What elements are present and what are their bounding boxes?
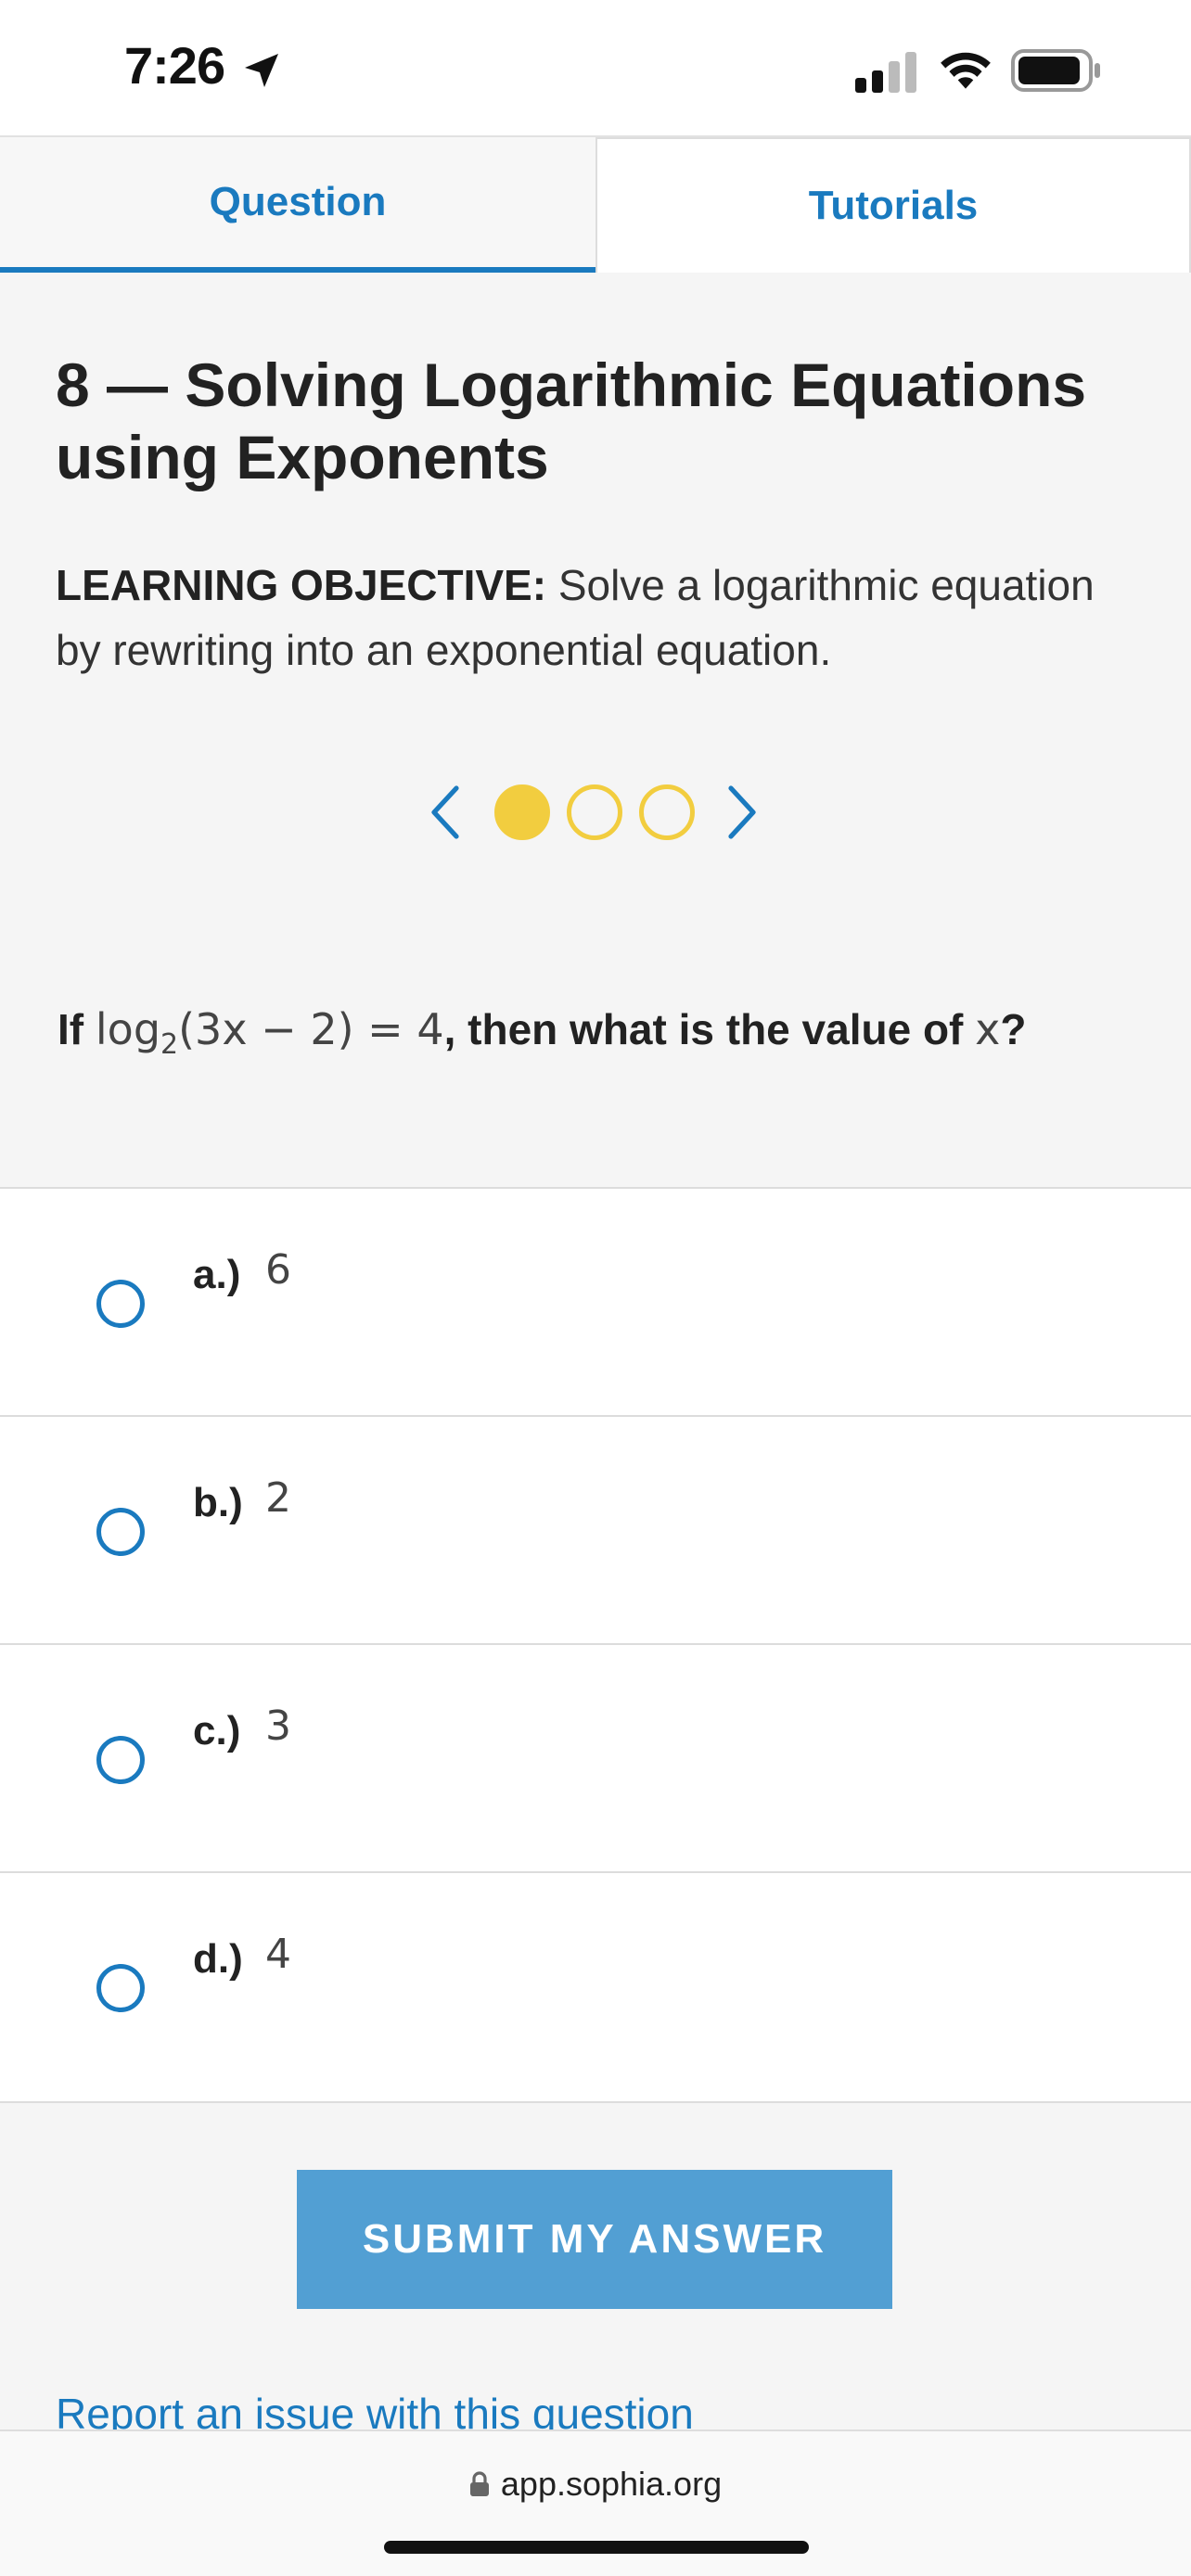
answer-value: 6 — [265, 1246, 291, 1294]
answer-letter: b.) — [193, 1480, 243, 1525]
question-prefix: If — [58, 1005, 96, 1053]
url-display[interactable]: app.sophia.org — [0, 2465, 1191, 2504]
wifi-icon — [941, 52, 991, 89]
question-text: If log2(3x − 2) = 4, then what is the va… — [58, 1001, 1152, 1073]
chevron-right-icon[interactable] — [724, 784, 761, 840]
answer-value: 2 — [265, 1474, 291, 1522]
answer-option-c[interactable]: c.) 3 — [0, 1645, 1191, 1873]
answer-letter: a.) — [193, 1252, 241, 1297]
pager-dot-3[interactable] — [639, 784, 695, 840]
cellular-signal-icon — [855, 52, 916, 93]
pager-dot-2[interactable] — [567, 784, 622, 840]
battery-icon — [1011, 49, 1100, 92]
question-middle: , then what is the value of — [443, 1005, 976, 1053]
objective-label: LEARNING OBJECTIVE: — [56, 561, 547, 609]
answer-letter: c.) — [193, 1708, 241, 1753]
answer-option-a[interactable]: a.) 6 — [0, 1189, 1191, 1417]
question-math-log: log2(3x − 2) = 4 — [95, 1004, 444, 1061]
page-title: 8 — Solving Logarithmic Equations using … — [56, 351, 1087, 491]
answer-option-b[interactable]: b.) 2 — [0, 1417, 1191, 1645]
lock-icon — [469, 2471, 489, 2496]
answer-list: a.) 6 b.) 2 c.) 3 d.) 4 — [0, 1187, 1191, 2103]
math-log: log — [95, 1004, 161, 1054]
submit-answer-button[interactable]: SUBMIT MY ANSWER — [297, 2170, 892, 2309]
question-suffix: ? — [1000, 1005, 1027, 1053]
status-bar: 7:26 — [0, 0, 1191, 137]
home-indicator — [384, 2541, 809, 2554]
tab-tutorials[interactable]: Tutorials — [596, 137, 1191, 273]
tab-question[interactable]: Question — [0, 137, 596, 273]
answer-value: 4 — [265, 1931, 291, 1978]
location-arrow-icon — [245, 54, 278, 87]
url-text: app.sophia.org — [500, 2465, 723, 2503]
learning-objective: LEARNING OBJECTIVE: Solve a logarithmic … — [56, 553, 1150, 682]
answer-value: 3 — [265, 1702, 291, 1750]
tab-bar: Question Tutorials — [0, 137, 1191, 273]
radio-button[interactable] — [96, 1736, 145, 1784]
answer-option-d[interactable]: d.) 4 — [0, 1873, 1191, 2101]
math-base: 2 — [160, 1028, 179, 1062]
browser-url-bar[interactable]: app.sophia.org — [0, 2429, 1191, 2576]
status-time: 7:26 — [124, 36, 225, 95]
radio-button[interactable] — [96, 1508, 145, 1556]
chevron-left-icon[interactable] — [427, 784, 464, 840]
math-rest: (3x − 2) = 4 — [178, 1004, 444, 1054]
radio-button[interactable] — [96, 1964, 145, 2012]
math-var: x — [975, 1004, 1001, 1054]
answer-letter: d.) — [193, 1936, 243, 1982]
question-pager — [427, 777, 770, 844]
radio-button[interactable] — [96, 1280, 145, 1328]
pager-dot-1[interactable] — [494, 784, 550, 840]
